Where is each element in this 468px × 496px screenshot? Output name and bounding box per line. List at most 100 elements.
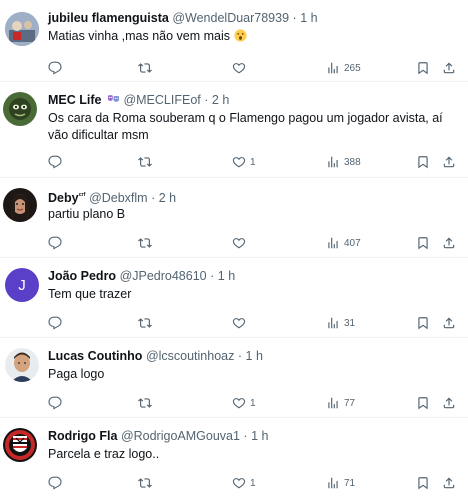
retweet-button[interactable]: [138, 236, 156, 250]
share-icon: [442, 236, 456, 250]
tweet-header: Lucas Coutinho @lcscoutinhoaz · 1 h: [48, 348, 456, 365]
views-button[interactable]: 388: [326, 155, 361, 169]
separator-dot: ·: [237, 349, 243, 363]
display-name[interactable]: João Pedro: [48, 269, 116, 283]
share-button[interactable]: [442, 61, 456, 75]
reply-icon: [48, 476, 62, 490]
like-button[interactable]: [232, 61, 250, 75]
separator-dot: ·: [292, 11, 297, 25]
tweet[interactable]: MEC Life @MECLIFEof · 2 h Os cara da Rom…: [0, 82, 468, 178]
share-button[interactable]: [442, 155, 456, 169]
retweet-button[interactable]: [138, 155, 156, 169]
display-name[interactable]: jubileu flamenguista: [48, 11, 169, 25]
reply-icon: [48, 155, 62, 169]
surprised-face-emoji-icon: [233, 29, 247, 42]
share-button[interactable]: [442, 316, 456, 330]
tweet-header: Rodrigo Fla @RodrigoAMGouva1 · 1 h: [48, 428, 456, 445]
views-button[interactable]: 31: [326, 316, 355, 330]
separator-dot: ·: [204, 93, 209, 107]
reply-feed: jubileu flamenguista @WendelDuar78939 · …: [0, 0, 468, 496]
heart-icon: [232, 396, 246, 410]
display-name[interactable]: Debyᶜʳᶠ: [48, 191, 86, 205]
avatar[interactable]: [3, 428, 37, 462]
bookmark-button[interactable]: [416, 476, 430, 490]
tweet-actions: 407: [48, 232, 456, 257]
reply-button[interactable]: [48, 396, 66, 410]
timestamp[interactable]: 1 h: [218, 269, 235, 283]
like-button[interactable]: 1: [232, 476, 256, 490]
views-button[interactable]: 265: [326, 61, 361, 75]
timestamp[interactable]: 2 h: [212, 93, 229, 107]
user-handle[interactable]: @Debxflm: [89, 191, 148, 205]
timestamp[interactable]: 1 h: [246, 349, 263, 363]
like-button[interactable]: [232, 316, 250, 330]
like-count: 1: [250, 477, 256, 489]
tweet-text: Paga logo: [48, 367, 105, 381]
bookmark-button[interactable]: [416, 316, 430, 330]
views-count: 407: [344, 237, 361, 249]
tweet-actions: 1 388: [48, 151, 456, 177]
tweet[interactable]: Lucas Coutinho @lcscoutinhoaz · 1 h Paga…: [0, 338, 468, 418]
reply-icon: [48, 316, 62, 330]
separator-dot: ·: [210, 269, 215, 283]
bookmark-button[interactable]: [416, 61, 430, 75]
views-icon: [326, 236, 340, 250]
reply-button[interactable]: [48, 61, 66, 75]
like-button[interactable]: 1: [232, 396, 256, 410]
reply-button[interactable]: [48, 236, 66, 250]
tweet[interactable]: J João Pedro @JPedro48610 · 1 h Tem que …: [0, 258, 468, 338]
avatar[interactable]: [5, 348, 39, 382]
share-icon: [442, 155, 456, 169]
bookmark-icon: [416, 476, 430, 490]
bookmark-button[interactable]: [416, 155, 430, 169]
tweet[interactable]: Debyᶜʳᶠ @Debxflm · 2 h partiu plano B 40…: [0, 178, 468, 258]
display-name[interactable]: Rodrigo Fla: [48, 429, 117, 443]
bookmark-button[interactable]: [416, 236, 430, 250]
views-button[interactable]: 77: [326, 396, 355, 410]
share-button[interactable]: [442, 236, 456, 250]
bookmark-icon: [416, 396, 430, 410]
user-handle[interactable]: @WendelDuar78939: [172, 11, 289, 25]
retweet-button[interactable]: [138, 61, 156, 75]
timestamp[interactable]: 2 h: [159, 191, 176, 205]
tweet-text-content: Matias vinha ,mas não vem mais: [48, 29, 231, 43]
display-name[interactable]: Lucas Coutinho: [48, 349, 142, 363]
views-button[interactable]: 407: [326, 236, 361, 250]
views-icon: [326, 61, 340, 75]
tweet-actions: 265: [48, 57, 456, 81]
retweet-button[interactable]: [138, 396, 156, 410]
avatar[interactable]: J: [5, 268, 39, 302]
avatar[interactable]: [5, 12, 39, 46]
share-button[interactable]: [442, 396, 456, 410]
views-button[interactable]: 71: [326, 476, 355, 490]
user-handle[interactable]: @MECLIFEof: [123, 93, 200, 107]
share-button[interactable]: [442, 476, 456, 490]
like-count: 1: [250, 156, 256, 168]
user-handle[interactable]: @lcscoutinhoaz: [146, 349, 234, 363]
bookmark-button[interactable]: [416, 396, 430, 410]
timestamp[interactable]: 1 h: [251, 429, 268, 443]
views-count: 388: [344, 156, 361, 168]
retweet-icon: [138, 155, 152, 169]
avatar[interactable]: [3, 188, 37, 222]
retweet-icon: [138, 476, 152, 490]
heart-icon: [232, 236, 246, 250]
reply-button[interactable]: [48, 316, 66, 330]
display-name[interactable]: MEC Life: [48, 93, 101, 107]
heart-icon: [232, 316, 246, 330]
tweet[interactable]: jubileu flamenguista @WendelDuar78939 · …: [0, 0, 468, 82]
tweet-text: Matias vinha ,mas não vem mais: [48, 28, 456, 45]
like-button[interactable]: 1: [232, 155, 256, 169]
tweet[interactable]: Rodrigo Fla @RodrigoAMGouva1 · 1 h Parce…: [0, 418, 468, 496]
reply-button[interactable]: [48, 476, 66, 490]
user-handle[interactable]: @RodrigoAMGouva1: [121, 429, 240, 443]
avatar[interactable]: [3, 92, 37, 126]
heart-icon: [232, 476, 246, 490]
timestamp[interactable]: 1 h: [300, 11, 317, 25]
tweet-header: João Pedro @JPedro48610 · 1 h: [48, 268, 456, 285]
reply-button[interactable]: [48, 155, 66, 169]
retweet-button[interactable]: [138, 316, 156, 330]
retweet-button[interactable]: [138, 476, 156, 490]
user-handle[interactable]: @JPedro48610: [120, 269, 207, 283]
like-button[interactable]: [232, 236, 250, 250]
